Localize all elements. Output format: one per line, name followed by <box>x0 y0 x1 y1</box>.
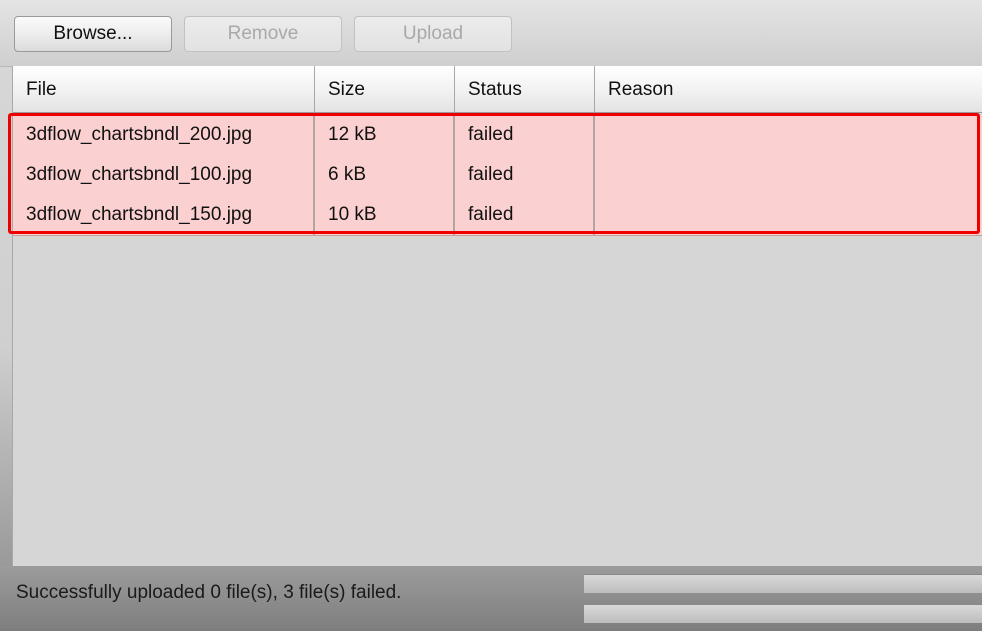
file-upload-panel: Browse... Remove Upload File Size Status… <box>0 0 982 631</box>
file-status-cell: failed <box>455 195 595 235</box>
column-header-size[interactable]: Size <box>315 66 455 112</box>
file-name-cell: 3dflow_chartsbndl_200.jpg <box>13 115 315 155</box>
file-name-cell: 3dflow_chartsbndl_100.jpg <box>13 155 315 195</box>
file-reason-cell <box>595 155 982 195</box>
column-header-status[interactable]: Status <box>455 66 595 112</box>
status-bar: Successfully uploaded 0 file(s), 3 file(… <box>0 566 982 631</box>
total-progress-bar <box>584 604 982 623</box>
table-row[interactable]: 3dflow_chartsbndl_100.jpg 6 kB failed <box>13 155 982 196</box>
file-status-cell: failed <box>455 115 595 155</box>
file-size-cell: 12 kB <box>315 115 455 155</box>
file-size-cell: 10 kB <box>315 195 455 235</box>
column-header-reason[interactable]: Reason <box>595 66 982 112</box>
file-reason-cell <box>595 115 982 155</box>
toolbar: Browse... Remove Upload <box>0 0 982 67</box>
file-status-cell: failed <box>455 155 595 195</box>
remove-button[interactable]: Remove <box>184 16 342 52</box>
column-header-file[interactable]: File <box>13 66 315 112</box>
browse-button[interactable]: Browse... <box>14 16 172 52</box>
upload-button[interactable]: Upload <box>354 16 512 52</box>
file-size-cell: 6 kB <box>315 155 455 195</box>
status-message: Successfully uploaded 0 file(s), 3 file(… <box>16 582 402 603</box>
grid-header: File Size Status Reason <box>13 66 982 113</box>
table-row[interactable]: 3dflow_chartsbndl_150.jpg 10 kB failed <box>13 195 982 236</box>
file-name-cell: 3dflow_chartsbndl_150.jpg <box>13 195 315 235</box>
file-progress-bar <box>584 574 982 593</box>
file-list-grid: File Size Status Reason 3dflow_chartsbnd… <box>12 66 982 566</box>
file-reason-cell <box>595 195 982 235</box>
table-row[interactable]: 3dflow_chartsbndl_200.jpg 12 kB failed <box>13 115 982 156</box>
